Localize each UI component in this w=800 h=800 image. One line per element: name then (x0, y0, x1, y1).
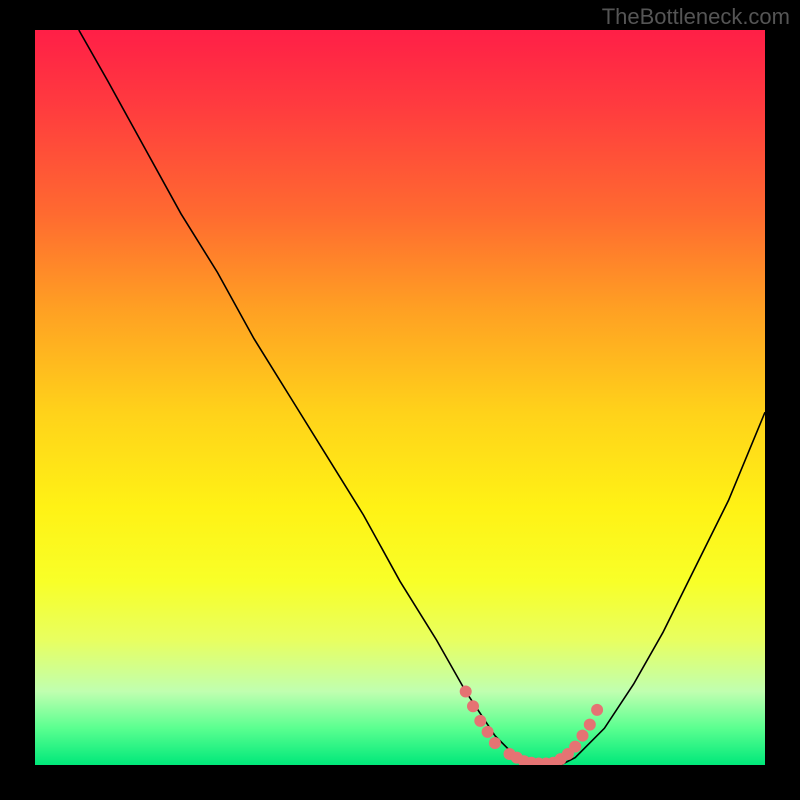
watermark-text: TheBottleneck.com (602, 4, 790, 30)
highlight-marker (591, 704, 603, 716)
highlight-marker (474, 715, 486, 727)
bottleneck-curve-line (79, 30, 765, 765)
highlight-marker (577, 730, 589, 742)
highlight-markers (460, 686, 603, 766)
highlight-marker (489, 737, 501, 749)
highlight-marker (467, 700, 479, 712)
highlight-marker (584, 719, 596, 731)
chart-svg (35, 30, 765, 765)
chart-plot-area (35, 30, 765, 765)
highlight-marker (569, 741, 581, 753)
highlight-marker (482, 726, 494, 738)
highlight-marker (460, 686, 472, 698)
